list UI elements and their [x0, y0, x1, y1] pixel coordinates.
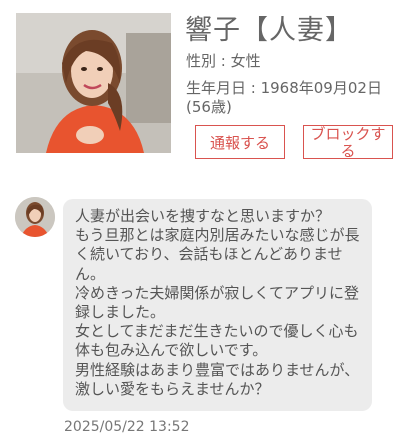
- profile-birth-date: 生年月日 : 1968年09月02日(56歳): [186, 79, 382, 116]
- profile-photo: [16, 13, 171, 153]
- profile-gender: 性別 : 女性: [186, 52, 261, 70]
- message-timestamp: 2025/05/22 13:52: [64, 419, 190, 435]
- avatar[interactable]: [15, 197, 55, 237]
- report-button[interactable]: 通報する: [195, 125, 285, 159]
- profile-name: 響子【人妻】: [185, 15, 353, 46]
- block-button[interactable]: ブロックする: [303, 125, 393, 160]
- message-text: 人妻が出会いを捜すなと思いますか？ もう旦那とは家庭内別居みたいな感じが長く続い…: [75, 207, 360, 398]
- message-bubble: 人妻が出会いを捜すなと思いますか？ もう旦那とは家庭内別居みたいな感じが長く続い…: [63, 199, 372, 411]
